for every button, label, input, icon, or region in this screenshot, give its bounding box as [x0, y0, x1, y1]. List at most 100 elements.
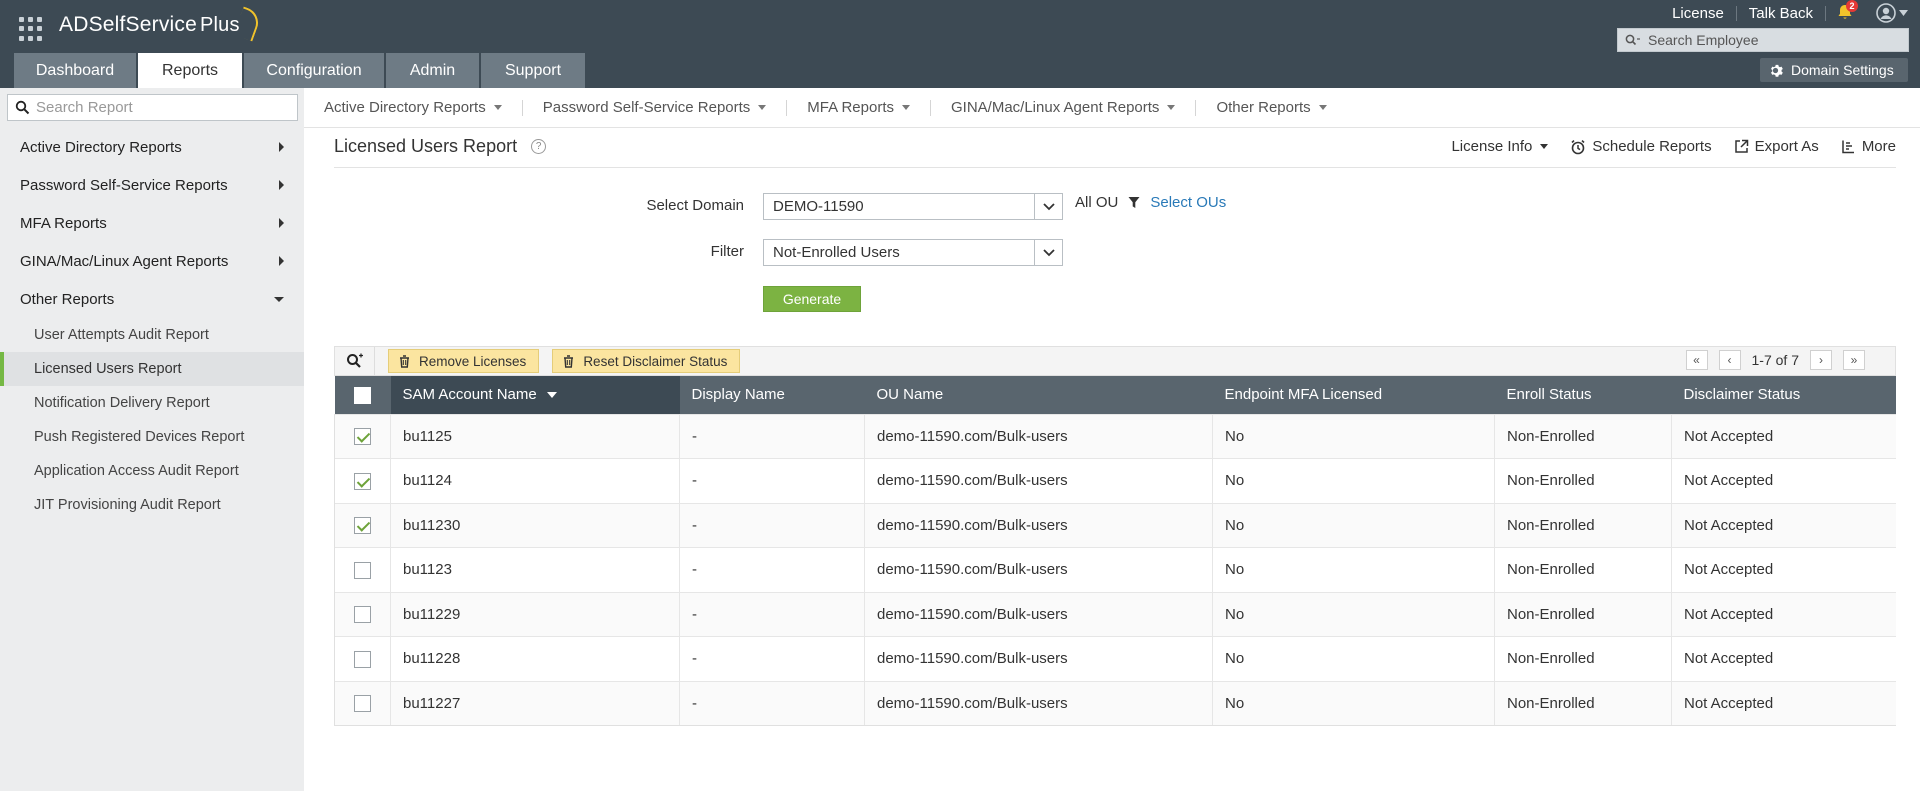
row-checkbox[interactable]: [354, 561, 371, 579]
sam-account-name-cell: bu11227: [390, 680, 680, 726]
select-domain-label: Select Domain: [646, 197, 744, 214]
tab-dashboard[interactable]: Dashboard: [14, 53, 136, 88]
user-avatar-icon: [1876, 3, 1896, 23]
filter-dropdown[interactable]: Not-Enrolled Users: [763, 239, 1063, 266]
top-links: License Talk Back 2: [1660, 0, 1920, 24]
enroll-status-cell: Non-Enrolled: [1494, 502, 1672, 548]
sidebar-item-label: MFA Reports: [20, 214, 107, 232]
caret-down-icon: [1540, 144, 1549, 149]
tab-configuration[interactable]: Configuration: [244, 53, 384, 88]
select-all-checkbox[interactable]: [354, 386, 371, 404]
ou-name-cell: demo-11590.com/Bulk-users: [864, 547, 1213, 592]
row-checkbox[interactable]: [354, 428, 371, 446]
gear-icon: [1771, 64, 1783, 77]
sidebar-subitem-notification-delivery[interactable]: Notification Delivery Report: [0, 386, 304, 420]
enroll-status-cell: Non-Enrolled: [1494, 458, 1672, 503]
search-employee-input[interactable]: Search Employee: [1617, 28, 1909, 52]
sidebar-item-password-self-service-reports[interactable]: Password Self-Service Reports: [0, 166, 304, 204]
first-page-icon[interactable]: «: [1685, 350, 1708, 370]
tab-support[interactable]: Support: [481, 53, 585, 88]
sidebar-item-active-directory-reports[interactable]: Active Directory Reports: [0, 128, 304, 166]
chevron-right-icon: [279, 218, 284, 228]
search-report-placeholder: Search Report: [36, 99, 133, 116]
table-row[interactable]: bu11230- demo-11590.com/Bulk-users No Non-E…: [334, 502, 1896, 548]
divider: [334, 167, 1896, 168]
sidebar-subitem-licensed-users[interactable]: Licensed Users Report: [0, 352, 304, 386]
last-page-icon[interactable]: »: [1843, 350, 1865, 370]
license-info-dropdown[interactable]: License Info: [1451, 138, 1549, 155]
license-link[interactable]: License: [1660, 5, 1736, 22]
search-report-input[interactable]: Search Report: [7, 94, 298, 121]
row-checkbox[interactable]: [354, 606, 371, 624]
help-icon[interactable]: ?: [531, 139, 547, 154]
reset-disclaimer-button[interactable]: Reset Disclaimer Status: [552, 349, 741, 373]
row-checkbox[interactable]: [354, 517, 371, 535]
domain-settings-button[interactable]: Domain Settings: [1760, 58, 1908, 82]
sidebar-subitem-user-attempts-audit[interactable]: User Attempts Audit Report: [0, 318, 304, 352]
subnav-label: Active Directory Reports: [324, 99, 486, 116]
endpoint-mfa-licensed-cell: No: [1212, 458, 1495, 503]
filter-icon: [1128, 197, 1140, 208]
table-search-button[interactable]: [335, 347, 375, 375]
table-row[interactable]: bu11228- demo-11590.com/Bulk-users No Non-E…: [334, 636, 1896, 681]
subnav-other-reports[interactable]: Other Reports: [1196, 99, 1346, 116]
disclaimer-status-cell: Not Accepted: [1671, 458, 1896, 503]
row-checkbox[interactable]: [354, 695, 371, 713]
column-header-display-name[interactable]: Display Name: [679, 376, 865, 414]
all-ou-label: All OU: [1075, 194, 1119, 211]
prev-page-icon[interactable]: ‹: [1718, 350, 1741, 370]
user-menu[interactable]: [1876, 3, 1908, 23]
app-logo[interactable]: ADSelfService Plus: [59, 6, 263, 43]
sidebar-subitem-jit-provisioning-audit[interactable]: JIT Provisioning Audit Report: [0, 488, 304, 522]
sidebar-item-other-reports[interactable]: Other Reports: [0, 280, 304, 318]
table-row[interactable]: bu11227- demo-11590.com/Bulk-users No Non-E…: [334, 680, 1896, 726]
ou-name-cell: demo-11590.com/Bulk-users: [864, 591, 1213, 637]
table-row[interactable]: bu1123- demo-11590.com/Bulk-users No Non-En…: [334, 547, 1896, 592]
enroll-status-cell: Non-Enrolled: [1494, 413, 1672, 459]
table-row[interactable]: bu11229- demo-11590.com/Bulk-users No Non-E…: [334, 591, 1896, 637]
enroll-status-cell: Non-Enrolled: [1494, 680, 1672, 726]
search-icon: [1618, 34, 1648, 46]
row-checkbox[interactable]: [354, 472, 371, 490]
column-header-sam-account-name[interactable]: SAM Account Name: [390, 376, 680, 414]
row-checkbox[interactable]: [354, 650, 371, 668]
subnav-password-self-service-reports[interactable]: Password Self-Service Reports: [523, 99, 787, 116]
table-row[interactable]: bu1125- demo-11590.com/Bulk-users No Non-En…: [334, 413, 1896, 459]
tab-reports[interactable]: Reports: [138, 53, 242, 88]
schedule-reports-button[interactable]: Schedule Reports: [1570, 138, 1712, 155]
chevron-right-icon: [279, 180, 284, 190]
row-select-cell: [334, 547, 391, 592]
tab-admin[interactable]: Admin: [386, 53, 479, 88]
sidebar: Search Report Active Directory Reports P…: [0, 88, 304, 791]
ou-name-cell: demo-11590.com/Bulk-users: [864, 636, 1213, 681]
generate-button[interactable]: Generate: [763, 286, 861, 312]
sidebar-item-agent-reports[interactable]: GINA/Mac/Linux Agent Reports: [0, 242, 304, 280]
caret-down-icon: [1167, 105, 1176, 110]
app-grid-icon[interactable]: [19, 17, 43, 41]
sidebar-subitem-application-access-audit[interactable]: Application Access Audit Report: [0, 454, 304, 488]
talk-back-link[interactable]: Talk Back: [1737, 5, 1825, 22]
filter-value: Not-Enrolled Users: [773, 244, 900, 261]
notification-bell-icon[interactable]: 2: [1836, 0, 1858, 23]
column-header-enroll-status[interactable]: Enroll Status: [1494, 376, 1672, 414]
caret-down-icon: [1318, 105, 1327, 110]
remove-licenses-button[interactable]: Remove Licenses: [388, 349, 540, 373]
table-row[interactable]: bu1124- demo-11590.com/Bulk-users No Non-En…: [334, 458, 1896, 503]
sidebar-item-label: Active Directory Reports: [20, 138, 182, 156]
select-ous-link[interactable]: Select OUs: [1150, 194, 1226, 211]
subnav-agent-reports[interactable]: GINA/Mac/Linux Agent Reports: [931, 99, 1195, 116]
export-as-button[interactable]: Export As: [1734, 138, 1819, 155]
column-header-ou-name[interactable]: OU Name: [864, 376, 1213, 414]
sidebar-subitem-push-registered-devices[interactable]: Push Registered Devices Report: [0, 420, 304, 454]
select-domain-dropdown[interactable]: DEMO-11590: [763, 193, 1063, 220]
column-header-endpoint-mfa-licensed[interactable]: Endpoint MFA Licensed: [1212, 376, 1495, 414]
subnav-active-directory-reports[interactable]: Active Directory Reports: [304, 99, 522, 116]
subnav-mfa-reports[interactable]: MFA Reports: [787, 99, 930, 116]
next-page-icon[interactable]: ›: [1810, 350, 1832, 370]
column-header-disclaimer-status[interactable]: Disclaimer Status: [1671, 376, 1896, 414]
remove-licenses-label: Remove Licenses: [419, 353, 527, 369]
sidebar-item-mfa-reports[interactable]: MFA Reports: [0, 204, 304, 242]
subnav-label: GINA/Mac/Linux Agent Reports: [951, 99, 1160, 116]
more-button[interactable]: More: [1841, 138, 1896, 155]
ou-name-cell: demo-11590.com/Bulk-users: [864, 458, 1213, 503]
